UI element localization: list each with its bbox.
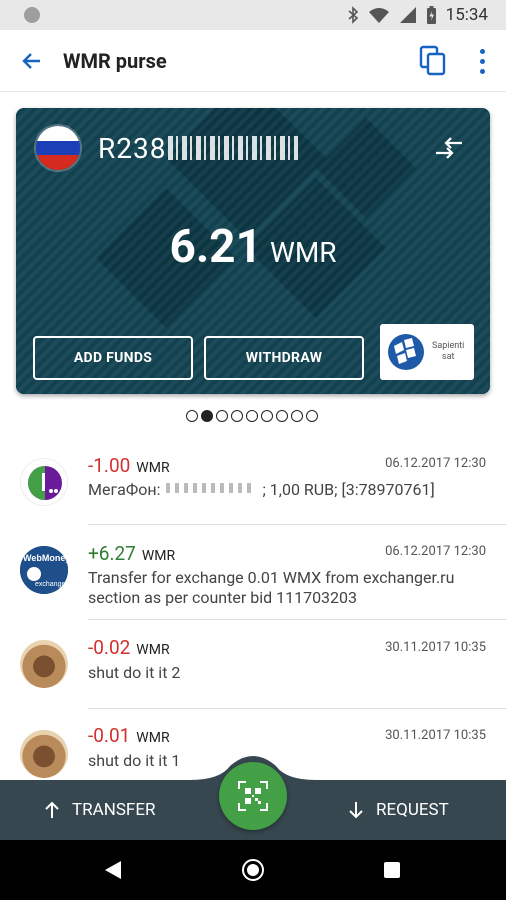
cat-photo-avatar <box>20 730 68 778</box>
qr-scan-icon <box>238 781 268 811</box>
pager-dot-active[interactable] <box>201 410 213 422</box>
balance-currency: WMR <box>269 236 337 269</box>
transaction-description: shut do it it 2 <box>88 663 181 682</box>
back-button[interactable] <box>18 47 46 75</box>
wifi-icon <box>368 7 389 23</box>
transaction-amount: -1.00 <box>88 454 131 477</box>
status-time: 15:34 <box>445 5 488 25</box>
purse-number: R238 <box>98 132 299 165</box>
divider <box>88 619 506 620</box>
sapienti-sat-label: Sapienti sat <box>432 341 465 362</box>
swap-arrows-icon <box>436 137 462 159</box>
webmoney-exchange-logo-icon: WebMoney exchanger <box>20 546 68 594</box>
transaction-unit: WMR <box>136 460 170 476</box>
pager-dot[interactable] <box>306 410 318 422</box>
pager-dot[interactable] <box>261 410 273 422</box>
sapienti-sat-badge[interactable]: Sapienti sat <box>380 324 474 380</box>
status-icons: 15:34 <box>347 4 488 26</box>
masked-phone <box>166 483 257 493</box>
pager-dot[interactable] <box>291 410 303 422</box>
balance-amount: 6.21 <box>169 220 262 274</box>
request-button[interactable]: REQUEST <box>348 780 449 840</box>
russia-flag-icon <box>34 124 82 172</box>
swap-currency-button[interactable] <box>434 136 464 160</box>
purse-pager[interactable] <box>186 410 318 422</box>
pager-dot[interactable] <box>246 410 258 422</box>
transaction-date: 30.11.2017 10:35 <box>385 728 486 743</box>
arrow-up-icon <box>45 801 59 818</box>
svg-text:exchanger: exchanger <box>35 581 68 588</box>
more-vertical-icon <box>479 48 485 54</box>
status-bar: 15:34 <box>0 0 506 30</box>
add-funds-button[interactable]: ADD FUNDS <box>33 336 193 380</box>
transaction-amount: +6.27 <box>88 542 136 565</box>
transaction-description: Transfer for exchange 0.01 WMX from exch… <box>88 568 455 607</box>
copy-icon <box>419 45 446 76</box>
withdraw-button[interactable]: WITHDRAW <box>204 336 364 380</box>
pager-dot[interactable] <box>186 410 198 422</box>
signal-icon <box>399 7 416 23</box>
transaction-amount: -0.02 <box>88 636 131 659</box>
webmoney-globe-icon <box>388 334 424 370</box>
purse-balance: 6.21 WMR <box>16 220 490 274</box>
request-label: REQUEST <box>376 800 449 820</box>
notification-dot-icon <box>24 7 40 23</box>
more-menu-button[interactable] <box>472 46 492 76</box>
pager-dot[interactable] <box>231 410 243 422</box>
transaction-unit: WMR <box>136 642 170 658</box>
purse-number-masked <box>168 136 299 160</box>
nav-back-icon[interactable] <box>104 860 122 880</box>
nav-home-icon[interactable] <box>242 859 264 881</box>
page-title: WMR purse <box>63 49 167 73</box>
cat-photo-avatar <box>20 640 68 688</box>
transfer-button[interactable]: TRANSFER <box>44 780 155 840</box>
transaction-unit: WMR <box>136 730 170 746</box>
transfer-label: TRANSFER <box>72 800 156 820</box>
purse-card[interactable]: R238 6.21 WMR ADD FUNDS WITHDRAW Sapienti… <box>16 108 490 394</box>
copy-button[interactable] <box>418 45 448 77</box>
qr-scan-button[interactable] <box>219 762 287 830</box>
battery-icon <box>426 5 436 24</box>
svg-text:WebMoney: WebMoney <box>23 553 68 563</box>
transaction-description: МегаФон:; 1,00 RUB; [3:78970761] <box>88 480 435 499</box>
transaction-date: 06.12.2017 12:30 <box>385 456 486 471</box>
pager-dot[interactable] <box>276 410 288 422</box>
app-bar: WMR purse <box>0 30 506 92</box>
transaction-unit: WMR <box>141 548 176 564</box>
arrow-down-icon <box>349 802 363 819</box>
transaction-date: 06.12.2017 12:30 <box>385 544 486 559</box>
bluetooth-icon <box>348 6 358 24</box>
pager-dot[interactable] <box>216 410 228 422</box>
arrow-left-icon <box>22 53 40 69</box>
transaction-amount: -0.01 <box>88 724 131 747</box>
divider <box>88 524 506 525</box>
nav-recents-icon[interactable] <box>384 862 400 878</box>
divider <box>88 708 506 709</box>
transaction-date: 30.11.2017 10:35 <box>385 640 486 655</box>
system-navigation-bar <box>0 840 506 900</box>
megafon-logo-icon <box>20 458 68 506</box>
